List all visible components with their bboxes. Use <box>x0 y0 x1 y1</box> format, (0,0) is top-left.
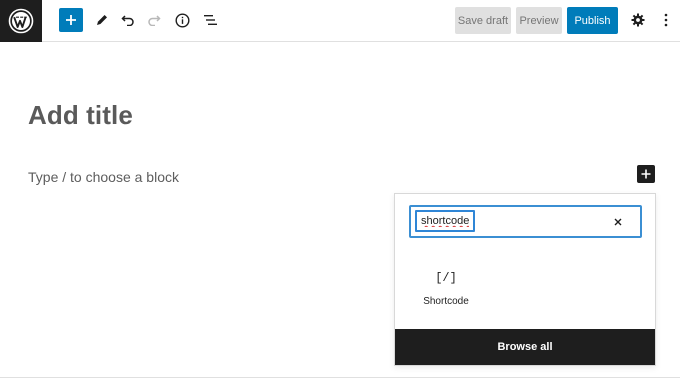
redo-button[interactable] <box>144 8 164 32</box>
block-search-input[interactable] <box>415 210 475 232</box>
undo-button[interactable] <box>118 8 138 32</box>
list-view-button[interactable] <box>200 8 220 32</box>
shortcode-block-result[interactable]: [/] Shortcode <box>415 262 477 312</box>
clear-search-button[interactable] <box>609 213 627 231</box>
list-view-icon <box>203 15 217 25</box>
save-draft-button[interactable]: Save draft <box>455 7 511 34</box>
add-block-button[interactable] <box>59 8 83 32</box>
post-title-placeholder[interactable]: Add title <box>28 100 133 131</box>
preview-button[interactable]: Preview <box>516 7 562 34</box>
block-inserter-toggle[interactable] <box>637 165 655 183</box>
editor-toolbar: Save draft Preview Publish <box>0 0 680 42</box>
more-options-button[interactable] <box>658 8 674 32</box>
publish-button[interactable]: Publish <box>567 7 618 34</box>
plus-icon <box>66 15 76 25</box>
plus-icon <box>641 169 651 179</box>
browse-all-button[interactable]: Browse all <box>395 329 655 365</box>
edit-tool-button[interactable] <box>92 8 112 32</box>
block-appender-prompt[interactable]: Type / to choose a block <box>28 169 179 185</box>
shortcode-icon: [/] <box>435 271 457 285</box>
close-icon <box>614 218 622 226</box>
block-search-box <box>409 205 642 238</box>
pencil-icon <box>97 15 107 25</box>
redo-icon <box>148 15 161 26</box>
undo-icon <box>121 15 134 26</box>
details-button[interactable] <box>172 8 192 32</box>
block-result-label: Shortcode <box>423 296 469 307</box>
gear-icon <box>631 13 645 27</box>
wordpress-logo-icon[interactable] <box>0 0 42 42</box>
block-inserter-popover: [/] Shortcode Browse all <box>394 193 656 366</box>
editor-bottom-divider <box>0 377 680 378</box>
vertical-ellipsis-icon <box>664 13 668 27</box>
settings-button[interactable] <box>628 8 648 32</box>
info-icon <box>174 12 190 28</box>
